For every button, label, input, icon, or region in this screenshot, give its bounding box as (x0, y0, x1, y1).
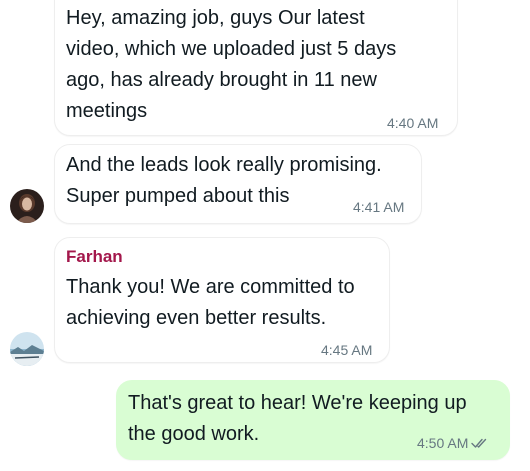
message-text: Thank you! We are committed to achieving… (66, 276, 355, 329)
message-time-text: 4:50 AM (417, 435, 469, 451)
contact-avatar[interactable] (10, 189, 44, 223)
double-check-icon (471, 436, 489, 452)
woman-avatar-icon (10, 189, 44, 223)
landscape-avatar-icon (10, 332, 44, 366)
message-timestamp: 4:45 AM (321, 342, 373, 358)
sender-name[interactable]: Farhan (66, 247, 123, 267)
message-timestamp: 4:40 AM (387, 115, 439, 131)
message-timestamp: 4:50 AM (417, 435, 489, 452)
message-text: Hey, amazing job, guys Our latest video,… (66, 7, 397, 122)
chat-thread: Hey, amazing job, guys Our latest video,… (0, 0, 530, 471)
message-text: That's great to hear! We're keeping up t… (128, 392, 467, 445)
message-timestamp: 4:41 AM (353, 199, 405, 215)
contact-avatar[interactable] (10, 332, 44, 366)
message-text: And the leads look really promising. Sup… (66, 154, 382, 207)
